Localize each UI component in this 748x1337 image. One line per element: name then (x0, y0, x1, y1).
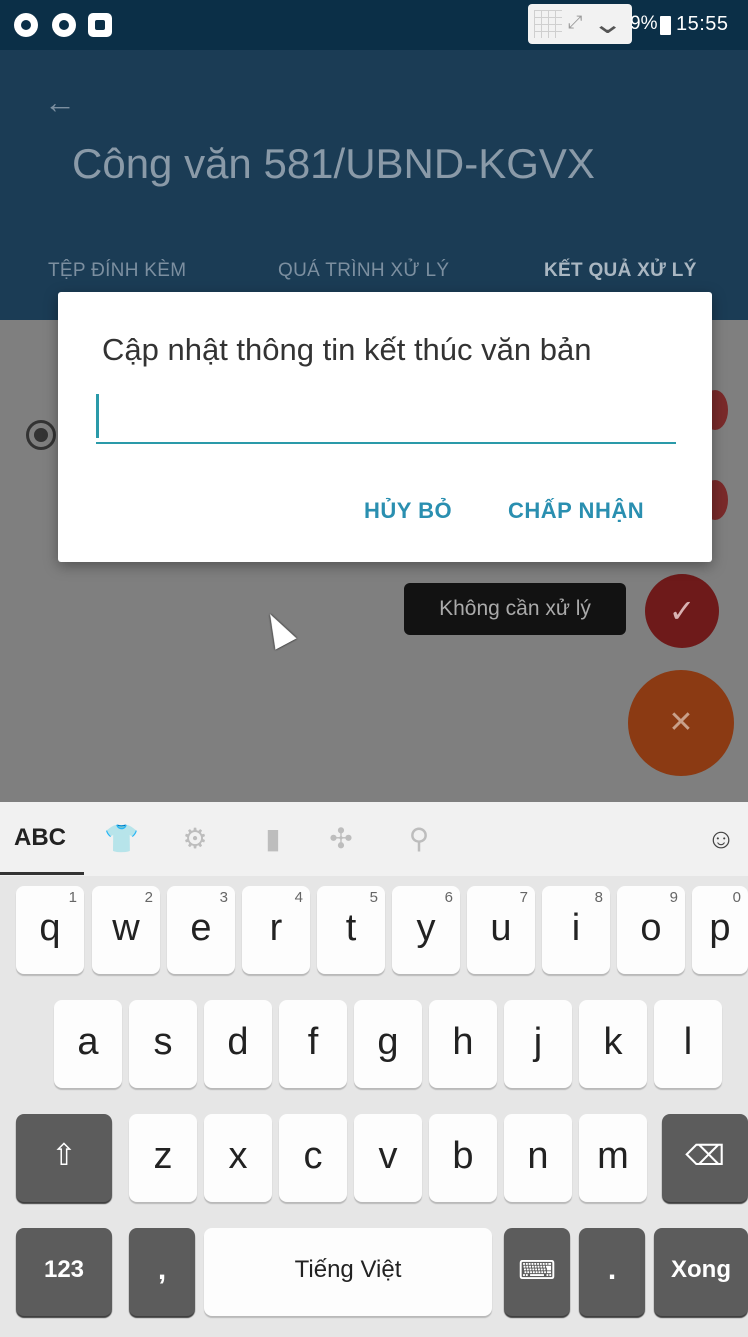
key-j[interactable]: j (504, 1000, 572, 1088)
dialog-title: Cập nhật thông tin kết thúc văn bản (102, 332, 592, 367)
period-key[interactable]: . (579, 1228, 645, 1316)
keyboard-switch-key[interactable]: ⌨ (504, 1228, 570, 1316)
space-key[interactable]: Tiếng Việt (204, 1228, 492, 1316)
gear-icon[interactable]: ⚙ (180, 824, 210, 854)
search-icon[interactable]: ⚲ (404, 824, 434, 854)
messenger-icon (14, 13, 38, 37)
key-g[interactable]: g (354, 1000, 422, 1088)
fab-tooltip: Không cần xử lý (404, 583, 626, 635)
key-y[interactable]: 6y (392, 886, 460, 974)
page-title: Công văn 581/UBND-KGVX (72, 140, 595, 187)
key-c[interactable]: c (279, 1114, 347, 1202)
keyboard-icon: ⌨ (518, 1255, 556, 1285)
cancel-button[interactable]: HỦY BỎ (364, 498, 452, 524)
key-k[interactable]: k (579, 1000, 647, 1088)
expand-icon[interactable]: ⤢ (568, 12, 582, 33)
key-z[interactable]: z (129, 1114, 197, 1202)
radio-button[interactable] (26, 420, 56, 450)
chevron-down-icon[interactable]: ⌄ (591, 7, 624, 40)
key-v[interactable]: v (354, 1114, 422, 1202)
mouse-cursor-icon (259, 608, 297, 650)
move-cursor-icon[interactable]: ✣ (326, 824, 356, 854)
key-t[interactable]: 5t (317, 886, 385, 974)
key-e[interactable]: 3e (167, 886, 235, 974)
eye-icon (52, 13, 76, 37)
tab-result[interactable]: KẾT QUẢ XỬ LÝ (544, 260, 697, 282)
accept-button[interactable]: CHẤP NHẬN (508, 498, 644, 524)
soft-keyboard: ABC 👕 ⚙ ▮ ✣ ⚲ ☺ 1q 2w 3e 4r 5t 6y 7u 8i … (0, 802, 748, 1337)
battery-percent: 9% (630, 13, 658, 34)
sync-icon (88, 13, 112, 37)
clock: 15:55 (676, 13, 729, 35)
keyboard-toolbar: ABC 👕 ⚙ ▮ ✣ ⚲ ☺ (0, 802, 748, 876)
key-q[interactable]: 1q (16, 886, 84, 974)
sticker-icon[interactable]: ▮ (258, 824, 288, 854)
key-o[interactable]: 9o (617, 886, 685, 974)
key-h[interactable]: h (429, 1000, 497, 1088)
key-r[interactable]: 4r (242, 886, 310, 974)
text-caret (96, 394, 99, 438)
tab-indicator (0, 872, 84, 875)
dialog-input[interactable] (96, 390, 676, 444)
app-bar: ← Công văn 581/UBND-KGVX TỆP ĐÍNH KÈM QU… (0, 50, 748, 320)
key-x[interactable]: x (204, 1114, 272, 1202)
key-i[interactable]: 8i (542, 886, 610, 974)
key-a[interactable]: a (54, 1000, 122, 1088)
close-fab-button[interactable]: ✕ (628, 670, 734, 776)
backspace-key[interactable]: ⌫ (662, 1114, 748, 1202)
battery-icon (660, 16, 671, 35)
key-b[interactable]: b (429, 1114, 497, 1202)
key-l[interactable]: l (654, 1000, 722, 1088)
key-w[interactable]: 2w (92, 886, 160, 974)
key-u[interactable]: 7u (467, 886, 535, 974)
comma-key[interactable]: , (129, 1228, 195, 1316)
tab-attachments[interactable]: TỆP ĐÍNH KÈM (48, 260, 186, 282)
back-arrow-icon[interactable]: ← (44, 84, 76, 121)
tab-process[interactable]: QUÁ TRÌNH XỬ LÝ (278, 260, 449, 282)
key-d[interactable]: d (204, 1000, 272, 1088)
key-n[interactable]: n (504, 1114, 572, 1202)
emoji-icon[interactable]: ☺ (706, 824, 736, 854)
key-s[interactable]: s (129, 1000, 197, 1088)
check-fab-button[interactable]: ✓ (645, 574, 719, 648)
key-p[interactable]: 0p (692, 886, 748, 974)
grid-icon[interactable] (534, 10, 562, 38)
numbers-key[interactable]: 123 (16, 1228, 112, 1316)
done-key[interactable]: Xong (654, 1228, 748, 1316)
shift-key[interactable]: ⇧ (16, 1114, 112, 1202)
keyboard-mode-tab[interactable]: ABC (14, 824, 66, 852)
key-f[interactable]: f (279, 1000, 347, 1088)
shirt-icon[interactable]: 👕 (104, 824, 139, 854)
key-m[interactable]: m (579, 1114, 647, 1202)
status-bar: ⤢ ⌄ 9% 15:55 (0, 0, 748, 50)
update-dialog: Cập nhật thông tin kết thúc văn bản HỦY … (58, 292, 712, 562)
